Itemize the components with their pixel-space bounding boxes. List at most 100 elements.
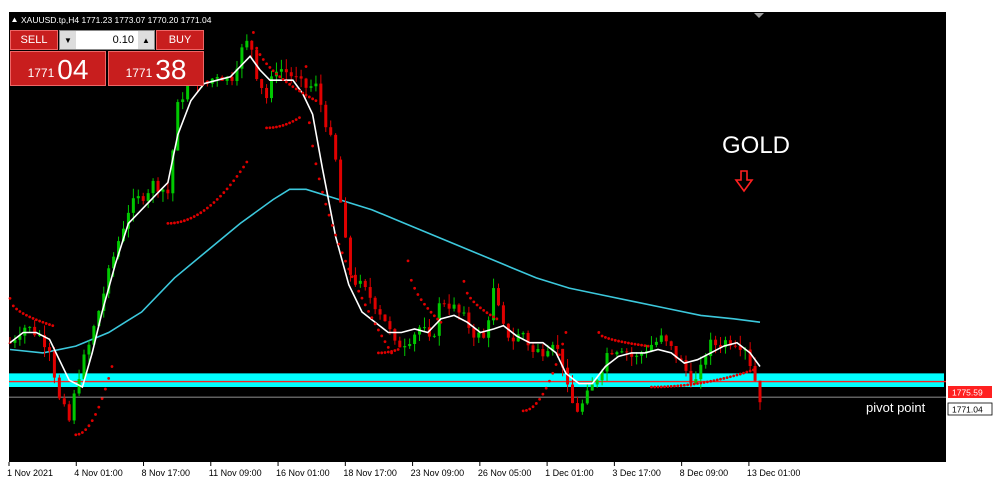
sar-dot <box>235 174 239 178</box>
candle-body <box>526 332 530 346</box>
y-tick-label: 1859.30 <box>954 91 985 101</box>
candle-body <box>309 86 313 88</box>
sar-dot <box>360 296 364 300</box>
candle-body <box>67 404 71 421</box>
sar-dot <box>613 338 617 342</box>
sar-dot <box>311 97 315 101</box>
candle-body <box>344 202 348 238</box>
sar-dot <box>288 82 292 86</box>
sar-dot <box>689 383 693 386</box>
candle-body <box>161 189 165 192</box>
one-click-trading-panel: SELL ▼ 0.10 ▲ BUY 1771 04 1771 38 <box>10 30 204 87</box>
x-tick-label: 1 Nov 2021 <box>7 468 53 478</box>
lot-size-value[interactable]: 0.10 <box>76 34 138 46</box>
sell-button[interactable]: SELL <box>10 30 58 50</box>
sar-dot <box>725 376 729 380</box>
y-tick-label: 1868.80 <box>954 59 985 69</box>
lot-decrease-icon[interactable]: ▼ <box>60 31 76 49</box>
sar-dot <box>278 75 282 79</box>
sar-dot <box>386 345 390 349</box>
sar-dot <box>74 433 78 437</box>
candle-body <box>575 403 579 412</box>
lot-size-field[interactable]: ▼ 0.10 ▲ <box>59 30 155 50</box>
sar-dot <box>288 121 292 125</box>
candle-body <box>546 351 550 357</box>
sar-dot <box>304 93 308 97</box>
y-tick-label: 1831.30 <box>954 187 985 197</box>
y-tick-label: 1793.80 <box>954 315 985 325</box>
x-tick-label: 23 Nov 09:00 <box>411 468 465 478</box>
sar-dot <box>738 372 742 376</box>
sar-dot <box>521 409 525 413</box>
sar-dot <box>485 311 489 315</box>
sar-dot <box>334 233 338 237</box>
sar-dot <box>429 310 433 314</box>
sar-dot <box>728 375 732 379</box>
candle-body <box>294 76 298 78</box>
sar-dot <box>673 384 676 388</box>
sell-price-button[interactable]: 1771 04 <box>10 51 106 86</box>
candle-body <box>659 335 663 342</box>
sar-dot <box>31 316 35 320</box>
sar-dot <box>291 85 295 89</box>
candle-body <box>47 347 51 352</box>
candle-body <box>353 274 357 284</box>
sar-dot <box>623 341 627 344</box>
candle-body <box>151 180 155 194</box>
sar-dot <box>307 95 311 99</box>
sar-dot <box>367 309 370 313</box>
sar-dot <box>600 334 604 338</box>
candle-body <box>334 134 338 160</box>
sar-dot <box>87 424 91 428</box>
sar-dot <box>393 349 397 352</box>
sar-dot <box>377 351 380 355</box>
candle-body <box>457 304 461 313</box>
sar-dot <box>271 69 275 73</box>
sar-dot <box>41 320 45 324</box>
sar-dot <box>344 259 347 263</box>
sar-dot <box>426 306 430 310</box>
sar-dot <box>656 385 660 389</box>
sar-dot <box>531 405 535 409</box>
sar-dot <box>386 350 390 354</box>
sar-dot <box>617 339 620 343</box>
sar-dot <box>258 53 262 56</box>
sar-dot <box>353 282 357 286</box>
lot-increase-icon[interactable]: ▲ <box>138 31 154 49</box>
candle-body <box>664 335 668 342</box>
sar-dot <box>561 342 565 346</box>
candle-body <box>640 353 644 356</box>
candle-body <box>230 76 234 81</box>
sar-dot <box>633 342 637 346</box>
sar-dot <box>307 121 311 125</box>
sar-dot <box>752 368 755 372</box>
sar-dot <box>238 170 242 174</box>
sar-dot <box>189 216 193 220</box>
sar-dot <box>173 221 176 225</box>
sell-price-prefix: 1771 <box>27 66 55 80</box>
sar-dot <box>692 382 696 386</box>
sar-dot <box>350 275 354 279</box>
sar-dot <box>646 344 650 348</box>
candle-body <box>378 309 382 315</box>
sar-dot <box>396 348 400 351</box>
sar-dot <box>472 300 476 304</box>
buy-button[interactable]: BUY <box>156 30 204 50</box>
buy-price-button[interactable]: 1771 38 <box>108 51 204 86</box>
y-tick-label: 1840.55 <box>954 155 985 165</box>
sar-dot <box>281 77 285 81</box>
x-tick-label: 16 Nov 01:00 <box>276 468 330 478</box>
sar-dot <box>676 384 680 388</box>
candle-body <box>398 340 402 348</box>
sar-dot <box>169 221 173 225</box>
candle-body <box>669 341 673 346</box>
candle-body <box>324 104 328 128</box>
sar-dot <box>679 384 683 387</box>
candle-body <box>753 365 757 381</box>
y-tick-label: 1803.30 <box>954 282 985 292</box>
candle-body <box>501 305 505 324</box>
sar-dot <box>380 351 384 355</box>
x-tick-label: 1 Dec 01:00 <box>545 468 594 478</box>
candle-body <box>304 78 308 88</box>
candle-body <box>442 303 446 305</box>
